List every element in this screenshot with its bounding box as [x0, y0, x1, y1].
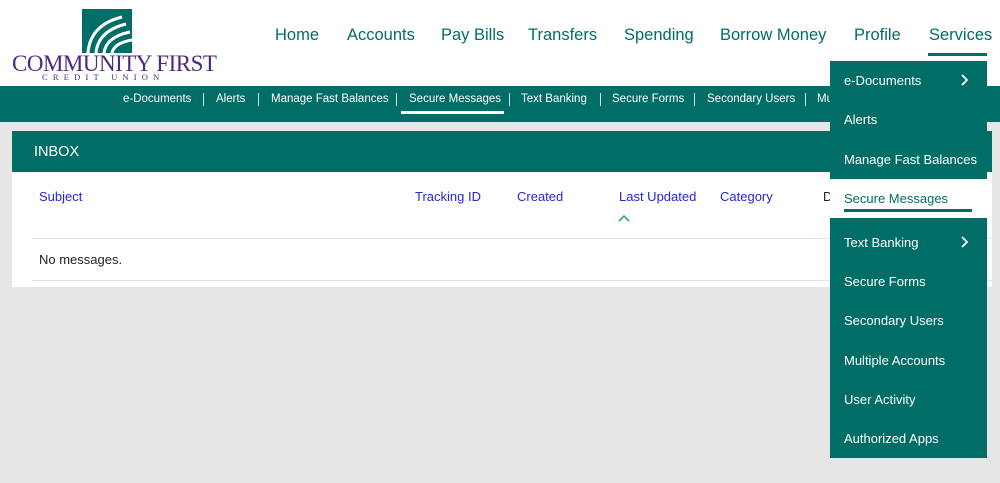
subnav-divider	[600, 93, 601, 106]
chevron-right-icon	[961, 236, 969, 248]
chevron-up-icon[interactable]	[618, 214, 630, 222]
subnav-divider	[396, 93, 397, 106]
subnav-divider	[805, 93, 806, 106]
services-dropdown-menu: e-Documents Alerts Manage Fast Balances …	[830, 61, 987, 458]
column-subject[interactable]: Subject	[39, 189, 82, 204]
subnav-divider	[694, 93, 695, 106]
menu-item-secure-forms[interactable]: Secure Forms	[830, 262, 987, 301]
nav-spending[interactable]: Spending	[624, 26, 694, 45]
menu-item-label: Secondary Users	[844, 313, 944, 328]
nav-transfers[interactable]: Transfers	[528, 26, 597, 45]
subnav-divider	[509, 93, 510, 106]
chevron-right-icon	[961, 74, 969, 86]
inbox-title: INBOX	[34, 144, 80, 160]
subnav-secure-messages[interactable]: Secure Messages	[409, 93, 501, 105]
menu-item-label: Secure Forms	[844, 274, 926, 289]
subnav-alerts[interactable]: Alerts	[216, 93, 245, 105]
nav-services[interactable]: Services	[929, 26, 992, 45]
nav-pay-bills[interactable]: Pay Bills	[441, 26, 504, 45]
menu-item-label: Multiple Accounts	[844, 353, 946, 368]
menu-item-label: e-Documents	[844, 73, 922, 88]
subnav-e-documents[interactable]: e-Documents	[123, 93, 191, 105]
nav-active-indicator	[928, 53, 987, 56]
menu-item-secure-messages[interactable]: Secure Messages	[830, 179, 987, 218]
subnav-active-indicator	[401, 111, 504, 114]
logo-mark-icon	[82, 9, 132, 53]
brand-logo[interactable]: COMMUNITY FIRST CREDIT UNION	[12, 9, 217, 82]
column-category[interactable]: Category	[720, 189, 773, 204]
empty-state-text: No messages.	[39, 252, 123, 267]
menu-item-label: Manage Fast Balances	[844, 152, 977, 167]
menu-item-label: User Activity	[844, 392, 916, 407]
subnav-text-banking[interactable]: Text Banking	[521, 93, 587, 105]
subnav-divider	[203, 93, 204, 106]
subnav-manage-fast-balances[interactable]: Manage Fast Balances	[271, 93, 389, 105]
menu-item-label: Alerts	[844, 112, 878, 127]
menu-item-user-activity[interactable]: User Activity	[830, 380, 987, 419]
subnav-secure-forms[interactable]: Secure Forms	[612, 93, 684, 105]
nav-borrow-money[interactable]: Borrow Money	[720, 26, 826, 45]
column-created[interactable]: Created	[517, 189, 563, 204]
subnav-secondary-users[interactable]: Secondary Users	[707, 93, 795, 105]
menu-item-alerts[interactable]: Alerts	[830, 100, 987, 139]
brand-subtitle: CREDIT UNION	[42, 72, 165, 82]
menu-item-text-banking[interactable]: Text Banking	[830, 223, 987, 262]
column-last-updated[interactable]: Last Updated	[619, 189, 696, 204]
column-tracking-id[interactable]: Tracking ID	[415, 189, 481, 204]
menu-item-manage-fast-balances[interactable]: Manage Fast Balances	[830, 140, 987, 179]
nav-home[interactable]: Home	[275, 26, 319, 45]
menu-item-multiple-accounts[interactable]: Multiple Accounts	[830, 341, 987, 380]
menu-selected-indicator	[844, 209, 972, 212]
menu-item-label: Text Banking	[844, 235, 919, 250]
subnav-divider	[258, 93, 259, 106]
menu-item-e-documents[interactable]: e-Documents	[830, 61, 987, 100]
menu-item-label: Authorized Apps	[844, 431, 939, 446]
menu-item-label: Secure Messages	[844, 191, 949, 206]
menu-item-secondary-users[interactable]: Secondary Users	[830, 301, 987, 340]
nav-accounts[interactable]: Accounts	[347, 26, 415, 45]
menu-item-authorized-apps[interactable]: Authorized Apps	[830, 419, 987, 458]
nav-profile[interactable]: Profile	[854, 26, 901, 45]
